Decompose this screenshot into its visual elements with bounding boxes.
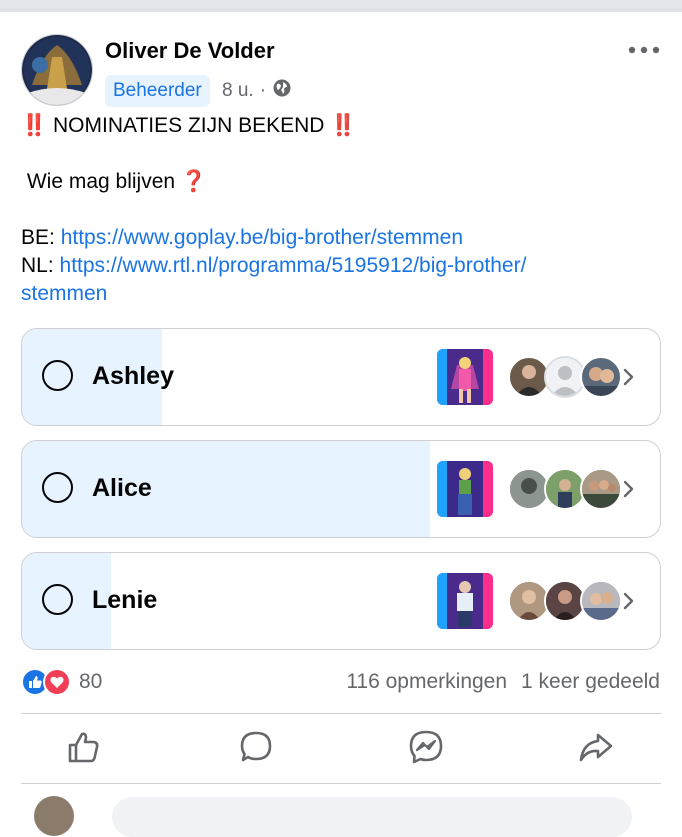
comment-input[interactable] xyxy=(112,797,632,837)
comment-count[interactable]: 116 opmerkingen xyxy=(346,670,507,694)
question-text: Wie mag blijven xyxy=(26,170,176,193)
reaction-summary[interactable]: 80 xyxy=(21,668,102,696)
poll-fill xyxy=(22,441,431,537)
headline-line: ‼️ NOMINATIES ZIJN BEKEND ‼️ xyxy=(21,112,661,140)
author-avatar[interactable] xyxy=(21,34,93,106)
voter-avatar xyxy=(580,580,622,622)
poll-radio[interactable] xyxy=(42,472,73,503)
nl-line-2: stemmen xyxy=(21,280,661,308)
poll-option-label: Ashley xyxy=(92,362,174,390)
love-reaction-icon xyxy=(43,668,71,696)
chevron-right-icon[interactable] xyxy=(622,479,636,499)
voter-avatars xyxy=(508,356,622,398)
be-prefix: BE: xyxy=(21,226,55,249)
be-line: BE: https://www.goplay.be/big-brother/st… xyxy=(21,224,661,252)
like-icon[interactable] xyxy=(66,729,102,765)
chevron-right-icon[interactable] xyxy=(622,367,636,387)
voter-avatar xyxy=(580,468,622,510)
divider xyxy=(21,713,661,714)
more-icon[interactable] xyxy=(626,38,662,62)
nl-line: NL: https://www.rtl.nl/programma/5195912… xyxy=(21,252,661,280)
voter-avatar xyxy=(580,356,622,398)
alert-icon: ‼️ xyxy=(330,114,357,137)
candidate-thumbnail xyxy=(437,573,493,629)
author-name[interactable]: Oliver De Volder xyxy=(105,38,275,64)
voter-avatars xyxy=(508,468,622,510)
headline: NOMINATIES ZIJN BEKEND xyxy=(53,114,325,137)
comment-icon[interactable] xyxy=(238,729,274,765)
chevron-right-icon[interactable] xyxy=(622,591,636,611)
top-separator xyxy=(0,0,682,12)
poll-radio[interactable] xyxy=(42,584,73,615)
candidate-thumbnail xyxy=(437,349,493,405)
admin-badge: Beheerder xyxy=(105,75,210,107)
candidate-thumbnail xyxy=(437,461,493,517)
nl-link-continued[interactable]: stemmen xyxy=(21,282,107,305)
globe-icon xyxy=(272,78,292,104)
poll-radio[interactable] xyxy=(42,360,73,391)
messenger-icon[interactable] xyxy=(408,729,444,765)
poll-option-alice[interactable]: Alice xyxy=(21,440,661,538)
post-meta: 8 u. · xyxy=(222,78,292,104)
post-text: ‼️ NOMINATIES ZIJN BEKEND ‼️ Wie mag bli… xyxy=(21,112,661,308)
voter-avatars xyxy=(508,580,622,622)
share-icon[interactable] xyxy=(578,729,614,765)
poll-option-label: Lenie xyxy=(92,586,158,614)
engagement-stats: 116 opmerkingen 1 keer gedeeld xyxy=(346,670,660,694)
question-icon: ❓ xyxy=(180,170,208,193)
share-count[interactable]: 1 keer gedeeld xyxy=(521,670,660,694)
meta-dot: · xyxy=(259,80,267,101)
reaction-count[interactable]: 80 xyxy=(79,670,102,694)
question-line: Wie mag blijven ❓ xyxy=(21,168,661,196)
poll-option-ashley[interactable]: Ashley xyxy=(21,328,661,426)
be-link[interactable]: https://www.goplay.be/big-brother/stemme… xyxy=(61,226,463,249)
commenter-avatar[interactable] xyxy=(34,796,74,836)
post-time[interactable]: 8 u. xyxy=(222,80,254,102)
divider xyxy=(21,783,661,784)
poll-option-lenie[interactable]: Lenie xyxy=(21,552,661,650)
alert-icon: ‼️ xyxy=(21,114,48,137)
nl-link[interactable]: https://www.rtl.nl/programma/5195912/big… xyxy=(60,254,527,277)
nl-prefix: NL: xyxy=(21,254,54,277)
poll-option-label: Alice xyxy=(92,474,152,502)
